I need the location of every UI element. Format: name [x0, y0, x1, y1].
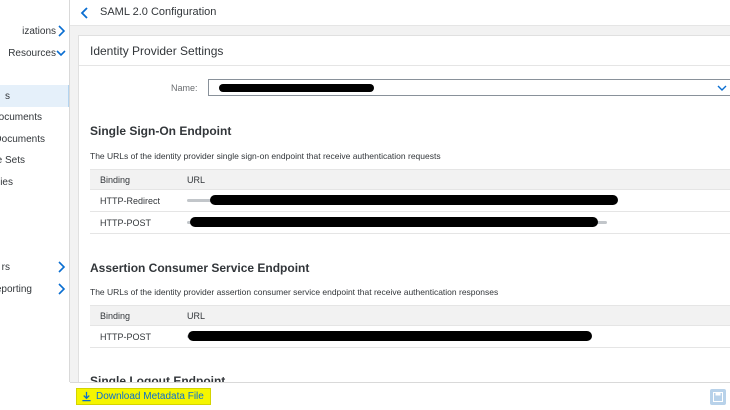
- table-row[interactable]: HTTP-POST: [90, 212, 730, 234]
- sidebar-item-reporting[interactable]: eporting: [0, 278, 69, 300]
- name-label: Name:: [171, 83, 198, 93]
- chevron-right-icon: [58, 283, 66, 295]
- download-metadata-label: Download Metadata File: [96, 391, 204, 402]
- sidebar-item-ies[interactable]: ies: [0, 171, 69, 193]
- sidebar-item-sets[interactable]: e Sets: [0, 149, 69, 171]
- page-title: SAML 2.0 Configuration: [100, 6, 217, 18]
- chevron-left-icon[interactable]: [80, 7, 90, 19]
- redacted-url: [210, 195, 618, 205]
- chevron-down-icon: [56, 50, 66, 57]
- panel-title: Identity Provider Settings: [90, 44, 224, 58]
- sidebar-item-active[interactable]: s: [0, 85, 69, 107]
- page-header: SAML 2.0 Configuration: [70, 0, 730, 26]
- sidebar-item-documents-1[interactable]: ocuments: [0, 106, 69, 128]
- identity-provider-panel: Identity Provider Settings Name: Single …: [78, 35, 730, 382]
- sidebar-item-label: e Sets: [0, 154, 25, 166]
- sidebar-item-label: izations: [22, 25, 56, 37]
- slo-section-title: Single Logout Endpoint: [90, 374, 226, 382]
- column-header-binding: Binding: [100, 174, 131, 185]
- table-row[interactable]: HTTP-POST: [90, 326, 730, 348]
- column-header-binding: Binding: [100, 310, 131, 321]
- sidebar-item-documents-2[interactable]: Documents: [0, 128, 69, 150]
- table-row[interactable]: HTTP-Redirect: [90, 190, 730, 212]
- download-icon: [82, 391, 91, 402]
- binding-cell: HTTP-POST: [100, 217, 151, 228]
- table-header: Binding URL: [90, 169, 730, 190]
- sidebar-item-label: s: [5, 90, 10, 102]
- sidebar-item-label: Resources: [8, 47, 56, 59]
- name-select[interactable]: [208, 79, 730, 96]
- sidebar-item-label: Documents: [0, 133, 45, 145]
- save-button[interactable]: [710, 389, 726, 405]
- sso-endpoint-table: Binding URL HTTP-Redirect HTTP-POST: [90, 169, 730, 234]
- table-header: Binding URL: [90, 305, 730, 326]
- sidebar-item-label: ocuments: [0, 111, 42, 123]
- chevron-down-icon: [717, 85, 727, 91]
- sso-section-title: Single Sign-On Endpoint: [90, 124, 232, 138]
- sidebar-item-users[interactable]: rs: [0, 256, 69, 278]
- sso-section-description: The URLs of the identity provider single…: [90, 151, 441, 161]
- footer-toolbar: Download Metadata File: [70, 382, 730, 410]
- sidebar-item-label: eporting: [0, 283, 32, 295]
- column-header-url: URL: [187, 310, 206, 321]
- acs-endpoint-table: Binding URL HTTP-POST: [90, 305, 730, 348]
- redacted-url: [188, 331, 592, 341]
- chevron-right-icon: [58, 261, 66, 273]
- redacted-url: [190, 217, 598, 227]
- acs-section-description: The URLs of the identity provider assert…: [90, 287, 499, 297]
- redacted-value: [219, 84, 374, 92]
- sidebar-item-label: rs: [1, 261, 10, 273]
- main-content: Identity Provider Settings Name: Single …: [70, 26, 730, 382]
- binding-cell: HTTP-Redirect: [100, 195, 161, 206]
- download-metadata-button[interactable]: Download Metadata File: [76, 388, 211, 405]
- binding-cell: HTTP-POST: [100, 331, 151, 342]
- acs-section-title: Assertion Consumer Service Endpoint: [90, 261, 310, 275]
- side-navigation: izations Resources s ocuments Documents …: [0, 0, 70, 382]
- save-icon: [713, 392, 723, 402]
- chevron-right-icon: [58, 25, 66, 37]
- panel-header: Identity Provider Settings: [79, 36, 730, 66]
- sidebar-item-resources[interactable]: Resources: [0, 42, 69, 64]
- sidebar-item-label: ies: [0, 176, 13, 188]
- sidebar-item-organizations[interactable]: izations: [0, 20, 69, 42]
- column-header-url: URL: [187, 174, 206, 185]
